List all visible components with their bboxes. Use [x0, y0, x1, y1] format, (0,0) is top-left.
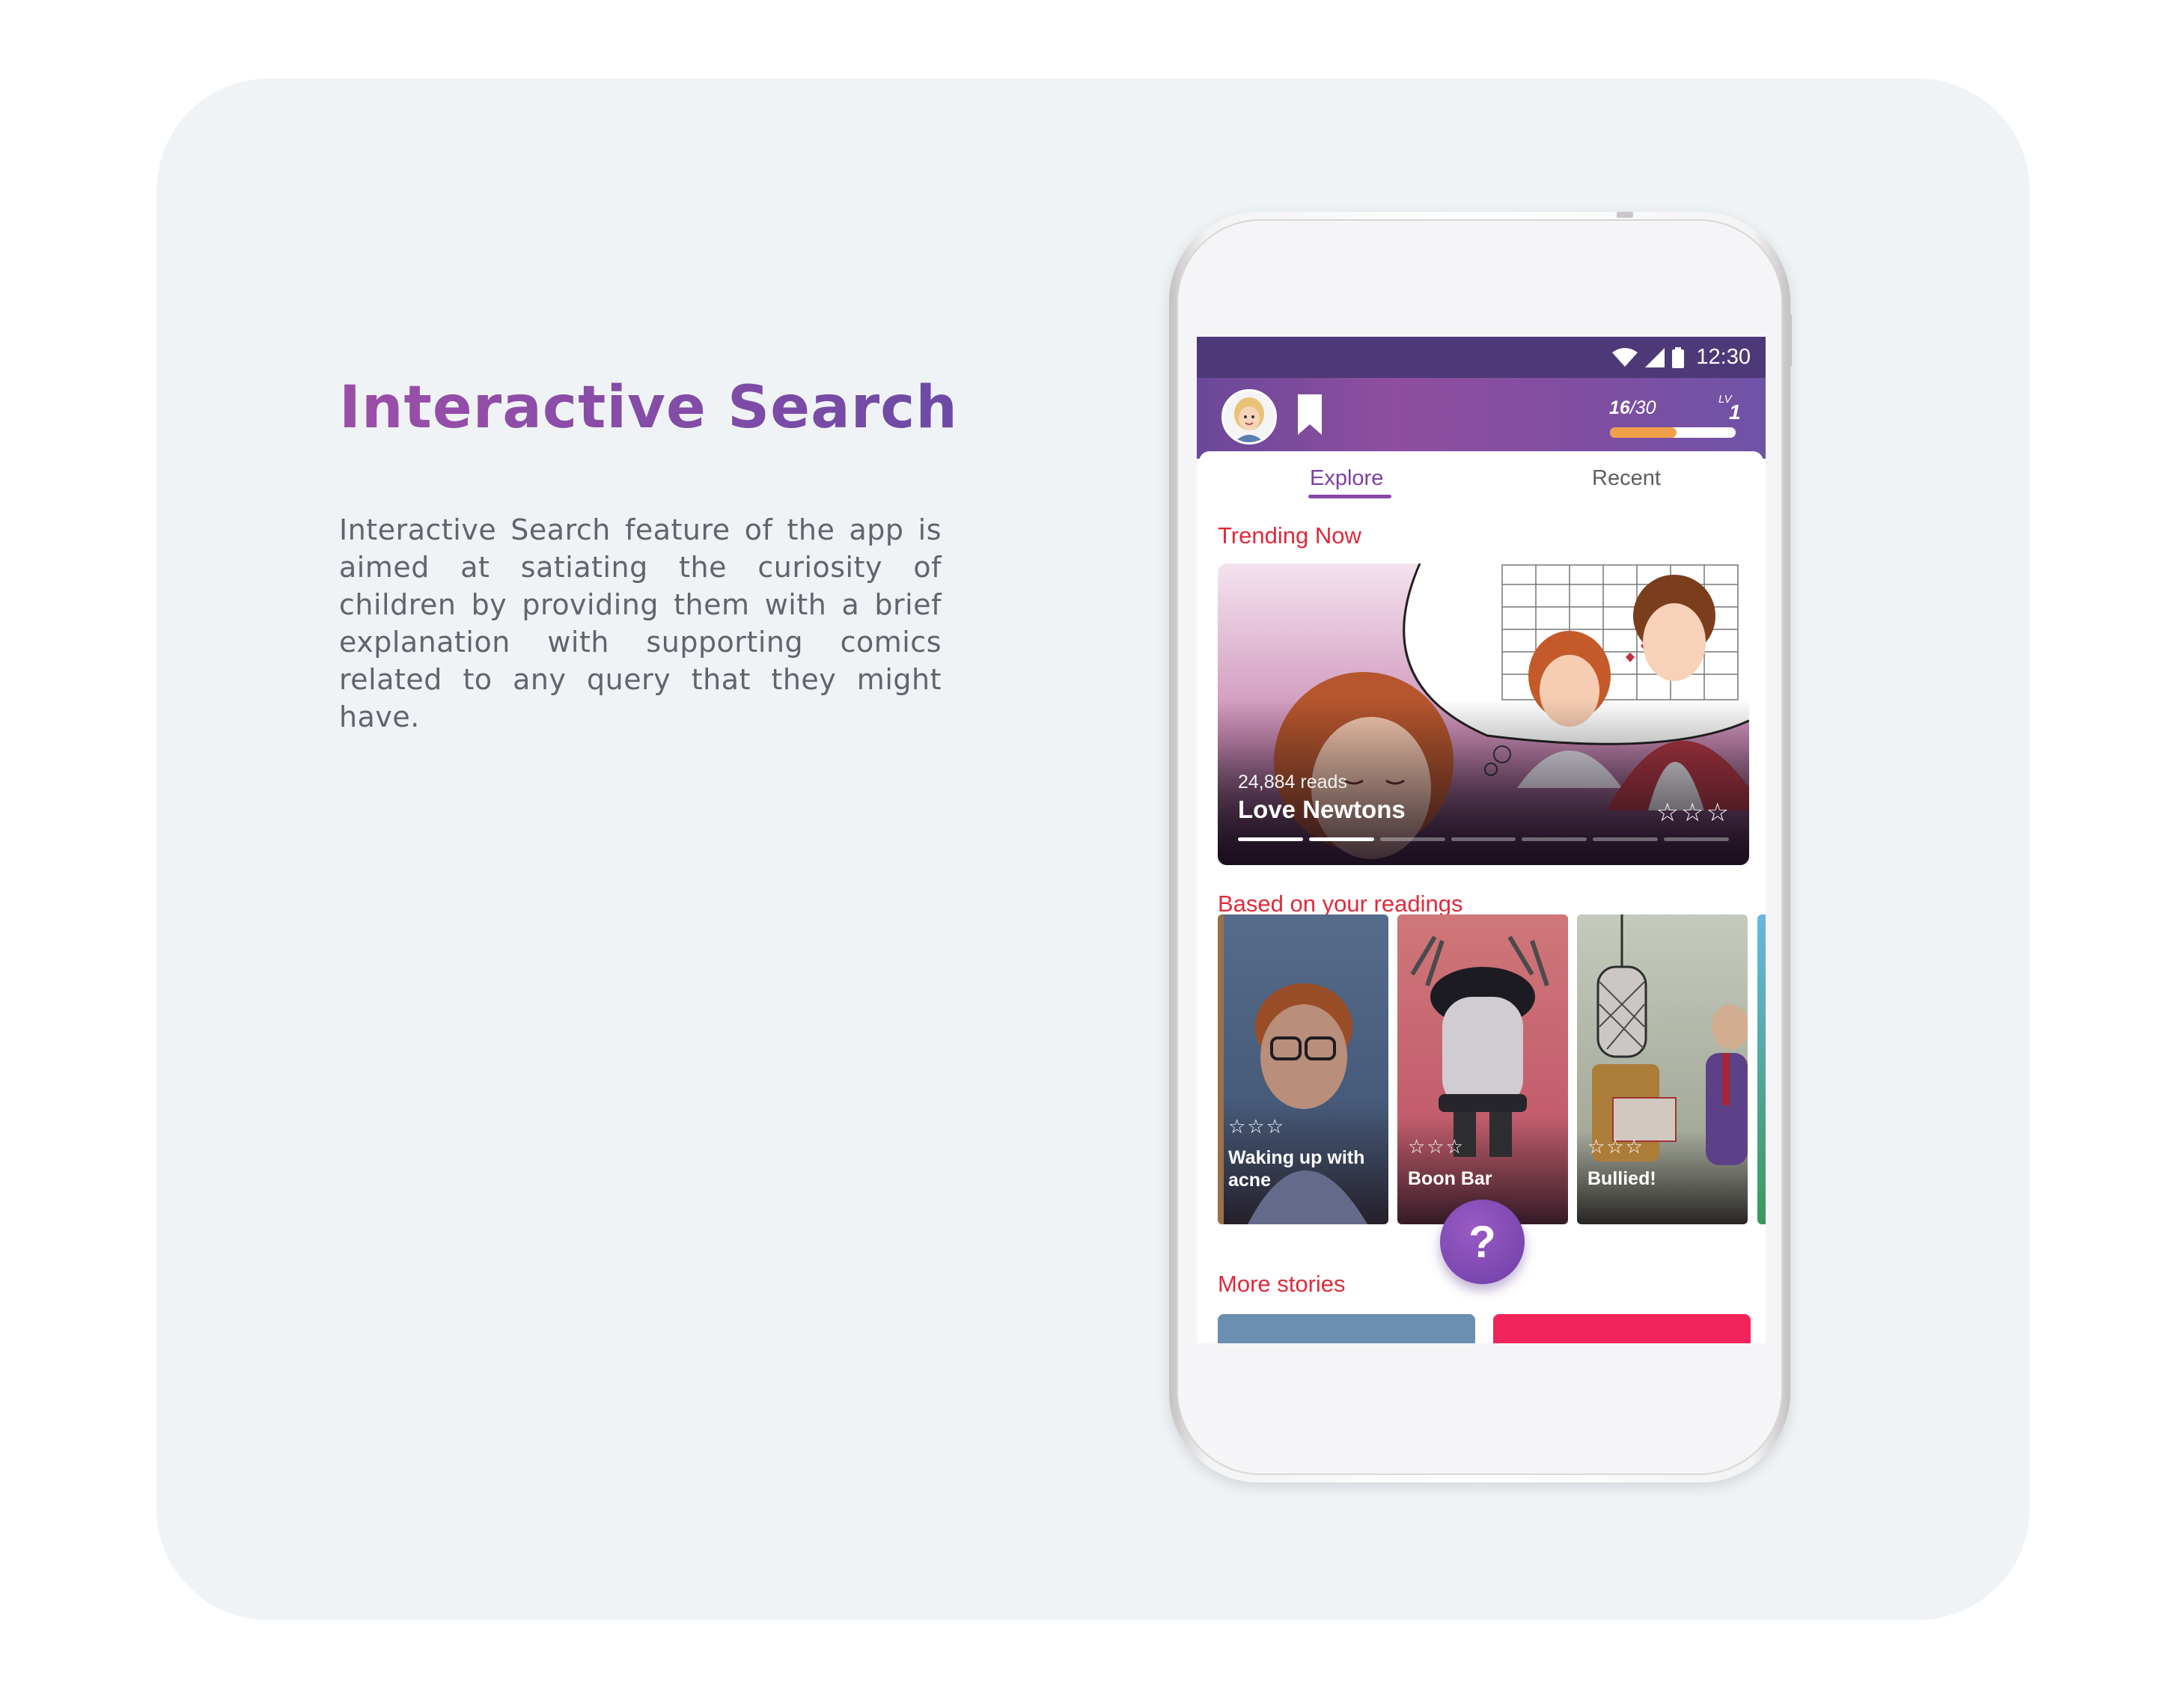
carousel-dot[interactable]	[1522, 837, 1587, 841]
user-avatar[interactable]	[1221, 389, 1277, 445]
story-card-bullied[interactable]: ☆☆☆ Bullied!	[1577, 914, 1748, 1224]
carousel-dot[interactable]	[1593, 837, 1659, 841]
story-card-boon-bar[interactable]: ☆☆☆ Boon Bar	[1397, 914, 1568, 1224]
interactive-search-button[interactable]: ?	[1440, 1200, 1525, 1284]
tab-recent[interactable]: Recent	[1592, 466, 1661, 491]
wifi-icon	[1612, 347, 1638, 367]
app-screen: 12:30 16/30 LV 1 Explore Recent Trending…	[1197, 337, 1766, 1343]
phone-side-button	[1787, 314, 1792, 367]
xp-current: 16	[1609, 397, 1630, 418]
xp-progress-fill	[1610, 427, 1677, 438]
story-title: Boon Bar	[1408, 1168, 1492, 1189]
carousel-dot[interactable]	[1379, 837, 1445, 841]
more-story-card[interactable]	[1493, 1314, 1751, 1343]
trending-rating-stars[interactable]: ☆☆☆	[1656, 798, 1731, 828]
app-header: 16/30 LV 1	[1197, 378, 1766, 459]
bookmark-icon[interactable]	[1296, 393, 1323, 436]
trending-section-title: Trending Now	[1218, 522, 1361, 549]
xp-total: /30	[1629, 397, 1656, 418]
trending-hero-card[interactable]: 24,884 reads Love Newtons ☆☆☆	[1218, 564, 1749, 865]
xp-progress-bar	[1610, 427, 1736, 438]
page-description: Interactive Search feature of the app is…	[339, 513, 942, 733]
phone-speaker	[1617, 212, 1633, 218]
more-stories-section-title: More stories	[1218, 1271, 1346, 1297]
based-on-section-title: Based on your readings	[1218, 891, 1463, 917]
story-title: Waking up with acne	[1228, 1147, 1365, 1191]
story-rating-stars[interactable]: ☆☆☆	[1587, 1135, 1644, 1158]
status-time: 12:30	[1696, 345, 1751, 369]
story-card-waking-up[interactable]: ☆☆☆ Waking up with acne	[1218, 914, 1388, 1224]
xp-counter: 16/30	[1609, 397, 1656, 419]
question-icon: ?	[1468, 1217, 1496, 1267]
carousel-dot[interactable]	[1238, 837, 1303, 841]
carousel-dot[interactable]	[1664, 837, 1730, 841]
more-story-card[interactable]	[1218, 1314, 1475, 1343]
trending-title: Love Newtons	[1238, 795, 1406, 823]
page-title: Interactive Search	[339, 374, 958, 442]
story-card-partial[interactable]	[1757, 914, 1766, 1224]
tab-explore[interactable]: Explore	[1310, 466, 1383, 491]
content-panel: Explore Recent Trending Now 24,884 reads…	[1199, 451, 1766, 1343]
active-tab-indicator	[1308, 495, 1391, 498]
carousel-indicator	[1238, 837, 1730, 841]
story-title: Bullied!	[1587, 1168, 1656, 1189]
level-value: 1	[1729, 400, 1741, 424]
story-rating-stars[interactable]: ☆☆☆	[1228, 1115, 1285, 1138]
battery-icon	[1672, 346, 1685, 368]
carousel-dot[interactable]	[1451, 837, 1516, 841]
carousel-dot[interactable]	[1308, 837, 1374, 841]
story-rating-stars[interactable]: ☆☆☆	[1408, 1135, 1465, 1158]
trending-reads: 24,884 reads	[1238, 772, 1347, 792]
cellular-signal-icon	[1645, 347, 1665, 367]
status-bar: 12:30	[1197, 337, 1766, 378]
